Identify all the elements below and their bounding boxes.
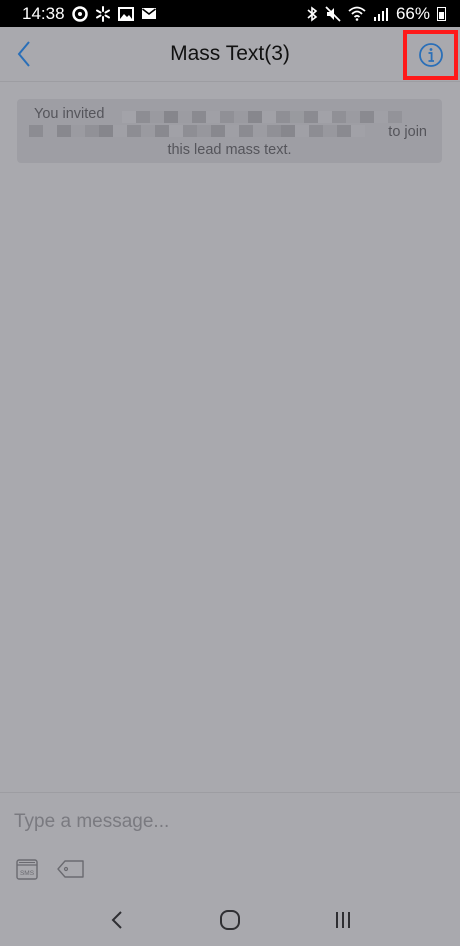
mute-icon — [325, 5, 341, 22]
tag-icon — [57, 860, 84, 878]
status-right: 66% — [306, 4, 446, 24]
back-button[interactable] — [10, 39, 38, 69]
message-composer: SMS — [0, 792, 460, 894]
message-input[interactable] — [14, 809, 444, 835]
status-bar: 14:38 66% — [0, 0, 460, 27]
clock: 14:38 — [22, 3, 65, 23]
image-icon — [117, 6, 134, 21]
redacted-names-row1 — [122, 111, 402, 123]
bluetooth-icon — [307, 5, 318, 22]
back-chevron-icon — [111, 911, 122, 929]
invite-notice: You invited to join this lead mass text. — [17, 99, 442, 163]
page-title: Mass Text(3) — [170, 42, 290, 65]
system-recents-button[interactable] — [323, 900, 363, 940]
system-back-button[interactable] — [97, 900, 137, 940]
system-home-button[interactable] — [210, 900, 250, 940]
recents-icon — [336, 912, 351, 928]
system-nav-bar — [0, 894, 460, 946]
chevron-left-icon — [17, 41, 30, 67]
circle-dot-icon — [71, 5, 88, 22]
status-left: 14:38 — [22, 4, 157, 24]
app-header: Mass Text(3) — [0, 27, 460, 82]
notice-line2: to join — [388, 124, 427, 140]
tag-button[interactable] — [56, 859, 86, 879]
notice-line1: You invited — [34, 106, 105, 122]
info-circle-icon — [418, 43, 443, 67]
battery-percent: 66% — [395, 3, 430, 23]
signal-icon — [373, 7, 388, 21]
wifi-icon — [348, 6, 366, 21]
info-button[interactable] — [403, 30, 458, 80]
home-icon — [219, 910, 240, 930]
redacted-names-row2 — [29, 125, 365, 137]
battery-icon — [437, 6, 446, 21]
notice-line3: this lead mass text. — [167, 142, 292, 158]
sms-label: SMS — [20, 870, 35, 877]
sms-button[interactable]: SMS — [15, 857, 39, 881]
mail-icon — [141, 8, 156, 19]
sms-icon: SMS — [16, 859, 38, 880]
walmart-spark-icon — [95, 5, 110, 22]
